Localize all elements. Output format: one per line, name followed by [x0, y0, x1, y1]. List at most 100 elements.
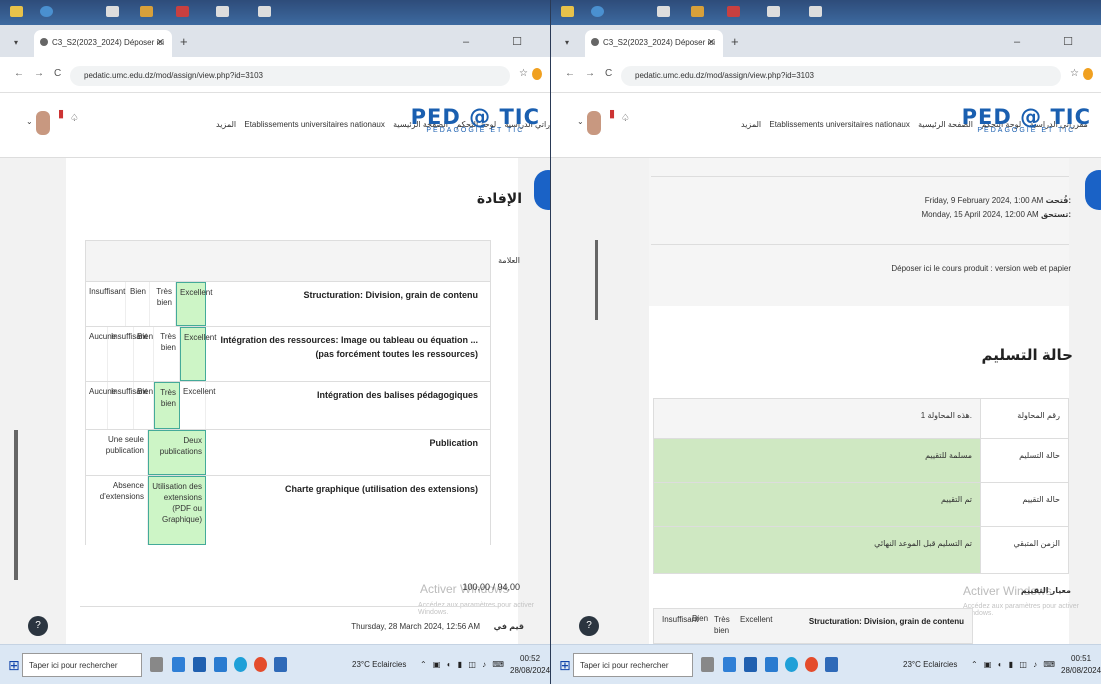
menu-item-establishments[interactable]: Etablissements universitaires nationaux: [244, 120, 385, 129]
taskbar-clock[interactable]: 00:52 28/08/2024: [510, 653, 550, 677]
user-menu-chevron-icon[interactable]: ⌄: [26, 117, 33, 126]
profile-icon[interactable]: [1083, 68, 1093, 80]
tab-bar: ▾ C3_S2(2023_2024) Déposer ici ✕ + – ☐: [551, 25, 1101, 57]
browser-tab[interactable]: C3_S2(2023_2024) Déposer ici ✕: [585, 30, 723, 57]
edge-icon[interactable]: [785, 657, 798, 672]
taskbar-search-input[interactable]: Taper ici pour rechercher: [22, 653, 142, 677]
menu-item-establishments[interactable]: Etablissements universitaires nationaux: [769, 120, 910, 129]
bookmark-star-icon[interactable]: ☆: [1070, 68, 1079, 79]
rubric-criterion: Structuration: Division, grain de conten…: [808, 617, 964, 626]
url-field[interactable]: pedatic.umc.edu.dz/mod/assign/view.php?i…: [70, 66, 510, 86]
menu-item-more[interactable]: المزيد: [216, 120, 236, 129]
divider: [80, 606, 498, 607]
status-row: مسلمة للتقييم حالة التسليم: [654, 439, 1068, 483]
rubric-row: Publication Une seule publication Deux p…: [86, 429, 490, 475]
rubric-criterion: Intégration des balises pédagogiques: [316, 390, 478, 400]
profile-icon[interactable]: [532, 68, 542, 80]
taskbar-app-icon[interactable]: [193, 657, 206, 672]
logo-title: PED @ TIC: [410, 105, 540, 129]
rubric-level: Insuffisant: [108, 382, 147, 429]
message-icon[interactable]: ▮: [58, 107, 64, 120]
taskbar-search-input[interactable]: Taper ici pour rechercher: [573, 653, 693, 677]
rubric-label: العلامة: [498, 256, 520, 265]
taskbar-app-icon[interactable]: [825, 657, 838, 672]
rubric-level: Très bien: [154, 327, 180, 381]
close-tab-icon[interactable]: ✕: [707, 37, 715, 48]
bookmark-star-icon[interactable]: ☆: [519, 68, 528, 79]
status-row: تم التسليم قبل الموعد النهائي الزمن المت…: [654, 527, 1068, 573]
message-icon[interactable]: ▮: [609, 107, 615, 120]
rubric-criterion: Publication: [429, 438, 478, 448]
desktop-strip: [0, 0, 550, 25]
scrollbar[interactable]: [14, 430, 18, 580]
taskbar-app-icon[interactable]: [744, 657, 757, 672]
notification-bell-icon[interactable]: ♤: [621, 113, 630, 124]
rubric-criterion: Structuration: Division, grain de conten…: [303, 290, 478, 300]
tab-search-button[interactable]: ▾: [14, 38, 18, 47]
divider: [651, 244, 1069, 245]
desktop-icon: [40, 6, 53, 17]
status-row: هذه المحاولة 1. رقم المحاولة: [654, 399, 1068, 439]
rubric-level-selected: Deux publications: [148, 430, 206, 475]
search-placeholder: Taper ici pour rechercher: [580, 661, 669, 670]
due-date: Monday, 15 April 2024, 12:00 AM: [921, 210, 1039, 219]
menu-item-more[interactable]: المزيد: [741, 120, 761, 129]
help-button[interactable]: ?: [579, 616, 599, 636]
browser-tab[interactable]: C3_S2(2023_2024) Déposer ici ✕: [34, 30, 172, 57]
drawer-toggle-button[interactable]: [1085, 170, 1101, 210]
assignment-info-box: [649, 158, 1069, 306]
site-logo[interactable]: PED @ TIC PEDAGOGIE ET TIC: [411, 105, 540, 134]
weather-widget[interactable]: 23°C Eclaircies: [352, 660, 406, 669]
chrome-icon[interactable]: [805, 657, 818, 672]
taskbar-app-icon[interactable]: [765, 657, 778, 672]
edge-icon[interactable]: [234, 657, 247, 672]
taskbar-clock[interactable]: 00:51 28/08/2024: [1061, 653, 1101, 677]
desktop-icon: [106, 6, 119, 17]
avatar[interactable]: [36, 111, 50, 135]
new-tab-button[interactable]: +: [731, 34, 739, 49]
site-header: ⌄ ▮ ♤ المزيد Etablissements universitair…: [551, 93, 1101, 158]
window-controls[interactable]: – ☐: [463, 35, 542, 48]
user-menu-chevron-icon[interactable]: ⌄: [577, 117, 584, 126]
logo-subtitle: PEDAGOGIE ET TIC: [977, 127, 1076, 134]
taskbar-app-icon[interactable]: [214, 657, 227, 672]
windows-start-icon[interactable]: ⊞: [8, 657, 20, 674]
site-logo[interactable]: PED @ TIC PEDAGOGIE ET TIC: [962, 105, 1091, 134]
taskbar: ⊞ Taper ici pour rechercher 23°C Eclairc…: [551, 644, 1101, 684]
nav-buttons[interactable]: ←→C: [14, 68, 71, 79]
window-controls[interactable]: – ☐: [1014, 35, 1093, 48]
chrome-icon[interactable]: [254, 657, 267, 672]
graded-on-label: قيم في: [493, 622, 524, 631]
grading-rubric: Structuration: Division, grain de conten…: [85, 240, 491, 545]
rubric-row: Intégration des ressources: Image ou tab…: [86, 326, 490, 381]
url-field[interactable]: pedatic.umc.edu.dz/mod/assign/view.php?i…: [621, 66, 1061, 86]
drawer-toggle-button[interactable]: [534, 170, 550, 210]
system-tray-icons[interactable]: ⌃ ▣ ◐ ▮ ◫ ♪ ⌨: [971, 660, 1057, 669]
avatar[interactable]: [587, 111, 601, 135]
rubric-level: Excellent: [740, 615, 773, 624]
close-tab-icon[interactable]: ✕: [156, 37, 164, 48]
new-tab-button[interactable]: +: [180, 34, 188, 49]
search-placeholder: Taper ici pour rechercher: [29, 661, 118, 670]
assignment-dates: Friday, 9 February 2024, 1:00 AM فُتحت: …: [921, 194, 1071, 222]
weather-widget[interactable]: 23°C Eclaircies: [903, 660, 957, 669]
taskbar-app-icon[interactable]: [274, 657, 287, 672]
windows-start-icon[interactable]: ⊞: [559, 657, 571, 674]
system-tray-icons[interactable]: ⌃ ▣ ◐ ▮ ◫ ♪ ⌨: [420, 660, 506, 669]
taskbar-app-icon[interactable]: [172, 657, 185, 672]
nav-buttons[interactable]: ←→C: [565, 68, 622, 79]
taskbar-app-icon[interactable]: [723, 657, 736, 672]
opened-label: فُتحت:: [1045, 196, 1071, 205]
task-view-icon[interactable]: [150, 657, 163, 672]
left-screenshot: ▾ C3_S2(2023_2024) Déposer ici ✕ + – ☐ ←→…: [0, 0, 550, 684]
clock-time: 00:52: [520, 654, 541, 663]
tab-search-button[interactable]: ▾: [565, 38, 569, 47]
rubric-level-selected: Excellent: [180, 327, 216, 381]
task-view-icon[interactable]: [701, 657, 714, 672]
scrollbar[interactable]: [595, 240, 598, 320]
help-button[interactable]: ?: [28, 616, 48, 636]
rubric-level: Bien: [692, 614, 709, 623]
notification-bell-icon[interactable]: ♤: [70, 113, 79, 124]
graded-on-date: Thursday, 28 March 2024, 12:56 AM: [351, 622, 480, 631]
rubric-level-selected: Excellent: [176, 282, 212, 326]
